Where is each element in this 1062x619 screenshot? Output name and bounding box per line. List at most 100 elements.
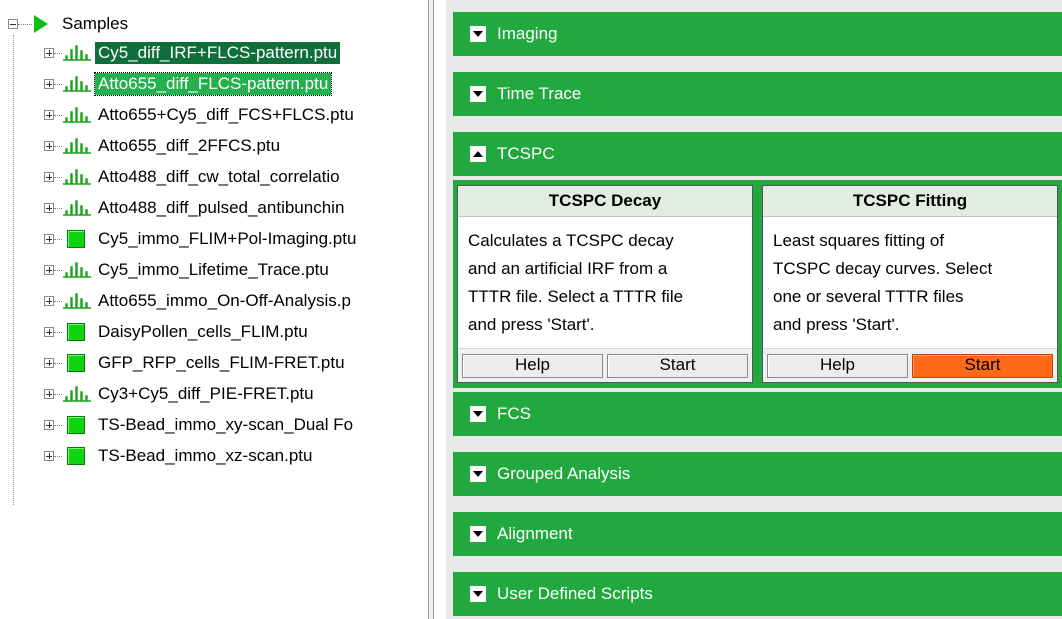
tree-item-label: TS-Bead_immo_xy-scan_Dual Fo (98, 415, 354, 434)
tree-connector (54, 331, 62, 333)
pulse-trace-icon (63, 262, 91, 278)
section-alignment[interactable]: Alignment (453, 512, 1062, 556)
image-square-icon (67, 354, 85, 372)
card-title: TCSPC Fitting (763, 186, 1057, 217)
tree-item[interactable]: Atto655_diff_2FFCS.ptu (44, 134, 283, 158)
tree-item-label: Atto655+Cy5_diff_FCS+FLCS.ptu (98, 105, 354, 124)
expand-icon[interactable] (44, 79, 54, 89)
card-description: Calculates a TCSPC decay and an artifici… (458, 217, 752, 345)
card-tcspc-fitting: TCSPC Fitting Least squares fitting of T… (762, 185, 1058, 383)
tree-item-label: Cy5_diff_IRF+FLCS-pattern.ptu (95, 42, 341, 64)
expand-icon[interactable] (44, 48, 54, 58)
expand-icon[interactable] (44, 451, 54, 461)
expand-icon[interactable] (470, 86, 486, 102)
tree-item[interactable]: Cy5_immo_FLIM+Pol-Imaging.ptu (44, 227, 359, 251)
tree-item[interactable]: Atto655+Cy5_diff_FCS+FLCS.ptu (44, 103, 357, 127)
tree-item[interactable]: Cy5_diff_IRF+FLCS-pattern.ptu (44, 41, 341, 65)
pulse-trace-icon (63, 45, 91, 61)
image-square-icon (67, 416, 85, 434)
collapse-icon[interactable] (8, 19, 18, 29)
expand-icon[interactable] (470, 26, 486, 42)
expand-icon[interactable] (470, 526, 486, 542)
section-time-trace[interactable]: Time Trace (453, 72, 1062, 116)
expand-icon[interactable] (44, 110, 54, 120)
tree-item-label: Atto655_diff_2FFCS.ptu (98, 136, 281, 155)
tree-item[interactable]: TS-Bead_immo_xz-scan.ptu (44, 444, 315, 468)
panel-splitter[interactable] (428, 0, 434, 619)
section-title: TCSPC (497, 144, 555, 163)
tree-connector (54, 393, 62, 395)
tree-item-label: Cy3+Cy5_diff_PIE-FRET.ptu (98, 384, 314, 403)
tree-item[interactable]: DaisyPollen_cells_FLIM.ptu (44, 320, 311, 344)
tree-item[interactable]: TS-Bead_immo_xy-scan_Dual Fo (44, 413, 356, 437)
tree-guide-line (13, 35, 14, 505)
collapse-icon[interactable] (470, 146, 486, 162)
section-user-defined-scripts[interactable]: User Defined Scripts (453, 572, 1062, 616)
image-square-icon (67, 447, 85, 465)
tree-item-label: Atto655_immo_On-Off-Analysis.p (98, 291, 351, 310)
start-button[interactable]: Start (912, 353, 1053, 378)
pulse-trace-icon (63, 76, 91, 92)
tree-item[interactable]: Atto488_diff_pulsed_antibunchin (44, 196, 347, 220)
tree-root-samples[interactable]: Samples (8, 12, 128, 36)
desc-line: and press 'Start'. (468, 315, 595, 334)
expand-icon[interactable] (44, 296, 54, 306)
desc-line: Least squares fitting of (773, 231, 945, 250)
tree-item[interactable]: Cy5_immo_Lifetime_Trace.ptu (44, 258, 332, 282)
tree-connector (54, 114, 62, 116)
tree-connector (54, 362, 62, 364)
desc-line: and an artificial IRF from a (468, 259, 668, 278)
tree-connector (54, 238, 62, 240)
section-imaging[interactable]: Imaging (453, 12, 1062, 56)
tree-item[interactable]: Cy3+Cy5_diff_PIE-FRET.ptu (44, 382, 317, 406)
expand-icon[interactable] (44, 203, 54, 213)
expand-icon[interactable] (470, 586, 486, 602)
tree-connector (54, 269, 62, 271)
card-description: Least squares fitting of TCSPC decay cur… (763, 217, 1057, 345)
expand-icon[interactable] (470, 406, 486, 422)
tree-item-label: TS-Bead_immo_xz-scan.ptu (98, 446, 313, 465)
pulse-trace-icon (63, 107, 91, 123)
expand-icon[interactable] (44, 265, 54, 275)
section-title: FCS (497, 404, 531, 423)
play-folder-icon (34, 15, 48, 33)
tree-connector (54, 52, 62, 54)
pulse-trace-icon (63, 200, 91, 216)
tree-item[interactable]: Atto655_immo_On-Off-Analysis.p (44, 289, 354, 313)
section-title: User Defined Scripts (497, 584, 653, 603)
expand-icon[interactable] (44, 420, 54, 430)
tree-item-label: Atto488_diff_cw_total_correlatio (98, 167, 340, 186)
tree-item[interactable]: GFP_RFP_cells_FLIM-FRET.ptu (44, 351, 348, 375)
tree-connector (54, 83, 62, 85)
help-button[interactable]: Help (462, 353, 603, 378)
expand-icon[interactable] (44, 358, 54, 368)
desc-line: TCSPC decay curves. Select (773, 259, 993, 278)
section-tcspc[interactable]: TCSPC (453, 132, 1062, 176)
card-title: TCSPC Decay (458, 186, 752, 217)
tree-connector (54, 455, 62, 457)
tree-item-label: GFP_RFP_cells_FLIM-FRET.ptu (98, 353, 345, 372)
card-button-bar: Help Start (763, 348, 1057, 382)
expand-icon[interactable] (44, 234, 54, 244)
section-grouped-analysis[interactable]: Grouped Analysis (453, 452, 1062, 496)
start-button[interactable]: Start (607, 353, 748, 378)
tree-connector (54, 424, 62, 426)
expand-icon[interactable] (44, 172, 54, 182)
expand-icon[interactable] (470, 466, 486, 482)
help-button[interactable]: Help (767, 353, 908, 378)
desc-line: and press 'Start'. (773, 315, 900, 334)
expand-icon[interactable] (44, 389, 54, 399)
card-tcspc-decay: TCSPC Decay Calculates a TCSPC decay and… (457, 185, 753, 383)
tree-connector (54, 300, 62, 302)
tree-item-label: Atto488_diff_pulsed_antibunchin (98, 198, 345, 217)
tree-connector (18, 23, 32, 25)
desc-line: Calculates a TCSPC decay (468, 231, 674, 250)
expand-icon[interactable] (44, 327, 54, 337)
tree-item[interactable]: Atto655_diff_FLCS-pattern.ptu (44, 72, 333, 96)
tree-connector (54, 145, 62, 147)
section-fcs[interactable]: FCS (453, 392, 1062, 436)
tree-item[interactable]: Atto488_diff_cw_total_correlatio (44, 165, 343, 189)
expand-icon[interactable] (44, 141, 54, 151)
section-title: Alignment (497, 524, 573, 543)
desc-line: TTTR file. Select a TTTR file (468, 287, 684, 306)
